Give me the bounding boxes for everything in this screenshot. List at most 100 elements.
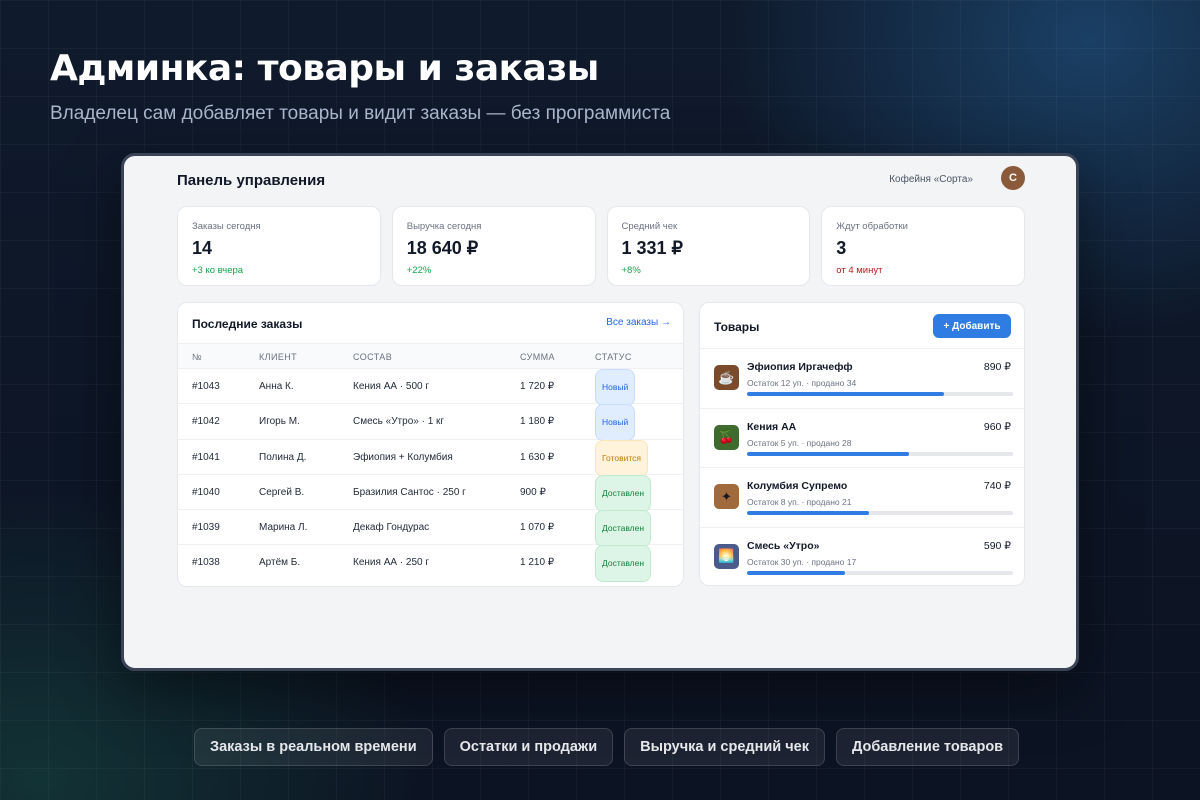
all-orders-link[interactable]: Все заказы → [606, 317, 671, 328]
product-name: Колумбия Супремо [747, 480, 848, 492]
column-header-status: СТАТУС [595, 352, 632, 362]
shop-name: Кофейня «Сорта» [889, 174, 973, 185]
product-name: Кения АА [747, 420, 797, 433]
table-row[interactable]: #1041 Полина Д. Эфиопия + Колумбия 1 630… [178, 439, 683, 477]
stat-delta: от 4 минут [836, 265, 883, 276]
product-stock: Остаток 30 уп. · продано 17 [747, 556, 857, 567]
column-header-number: № [192, 352, 203, 362]
feature-chip-stock-sales: Остатки и продажи [443, 728, 614, 766]
sales-progress-fill [747, 511, 870, 515]
table-row[interactable]: #1042 Игорь М. Смесь «Утро» · 1 кг 1 180… [178, 404, 683, 442]
order-sum: 1 180 ₽ [520, 416, 555, 428]
status-badge: Доставлен [595, 545, 652, 583]
products-title: Товары [714, 320, 760, 334]
order-id: #1041 [192, 451, 220, 463]
order-client: Игорь М. [259, 416, 300, 428]
table-row[interactable]: #1040 Сергей В. Бразилия Сантос · 250 г … [178, 474, 683, 512]
feature-chip-add-products: Добавление товаров [835, 728, 1020, 766]
sales-progress-bar [747, 392, 1013, 396]
stat-delta: +22% [406, 265, 432, 276]
status-badge: Новый [595, 369, 636, 406]
table-row[interactable]: #1038 Артём Б. Кения АА · 250 г 1 210 ₽ … [178, 545, 683, 583]
order-sum: 1 210 ₽ [520, 557, 555, 569]
admin-panel-window: Панель управления Кофейня «Сорта» С Зака… [121, 153, 1079, 671]
status-badge: Готовится [595, 439, 649, 477]
order-items: Декаф Гондурас [353, 522, 430, 534]
status-badge: Доставлен [595, 474, 652, 512]
feature-chip-realtime-orders: Заказы в реальном времени [194, 728, 433, 766]
sales-progress-fill [747, 392, 944, 396]
cherry-icon: 🍒 [714, 424, 739, 450]
status-badge: Новый [595, 404, 636, 442]
list-item[interactable]: ☕ Эфиопия Иргачефф Остаток 12 уп. · прод… [700, 348, 1024, 408]
order-sum: 1 720 ₽ [520, 381, 555, 392]
stat-value: 14 [192, 238, 213, 258]
order-id: #1038 [192, 557, 220, 569]
page-title: Панель управления [177, 172, 326, 189]
list-item[interactable]: 🌅 Смесь «Утро» Остаток 30 уп. · продано … [700, 526, 1024, 586]
admin-panel-content: Панель управления Кофейня «Сорта» С Зака… [177, 156, 1025, 668]
status-badge: Доставлен [595, 510, 652, 548]
stats-row: Заказы сегодня 14 +3 ко вчера Выручка се… [177, 206, 1025, 286]
order-sum: 900 ₽ [520, 486, 546, 498]
product-stock: Остаток 5 уп. · продано 28 [747, 437, 852, 448]
avatar[interactable]: С [1001, 166, 1025, 190]
stat-label: Заказы сегодня [192, 221, 261, 232]
products-list: ☕ Эфиопия Иргачефф Остаток 12 уп. · прод… [700, 348, 1024, 586]
product-price: 590 ₽ [983, 539, 1011, 552]
feature-chip-revenue: Выручка и средний чек [624, 728, 825, 766]
recent-orders-title: Последние заказы [192, 317, 303, 331]
sales-progress-bar [747, 570, 1013, 575]
feature-chips: Заказы в реальном времени Остатки и прод… [194, 728, 1020, 766]
recent-orders-card: Последние заказы Все заказы → № КЛИЕНТ С… [177, 302, 684, 587]
sunrise-icon: 🌅 [714, 543, 739, 569]
product-stock: Остаток 8 уп. · продано 21 [747, 497, 852, 507]
sales-progress-bar [747, 511, 1013, 515]
column-header-client: КЛИЕНТ [259, 352, 298, 362]
products-card: Товары + Добавить ☕ Эфиопия Иргачефф Ост… [699, 302, 1025, 586]
hero-title: Админка: товары и заказы [50, 48, 599, 89]
orders-table-header: № КЛИЕНТ СОСТАВ СУММА СТАТУС [178, 343, 683, 369]
order-id: #1043 [192, 381, 220, 392]
stat-card-pending: Ждут обработки 3 от 4 минут [821, 206, 1025, 286]
order-client: Артём Б. [259, 557, 301, 569]
column-header-items: СОСТАВ [353, 352, 393, 362]
order-id: #1042 [192, 416, 220, 428]
add-product-button[interactable]: + Добавить [933, 314, 1011, 338]
order-items: Эфиопия + Колумбия [353, 451, 453, 463]
list-item[interactable]: ✦ Колумбия Супремо Остаток 8 уп. · прода… [700, 467, 1024, 527]
hero-subtitle: Владелец сам добавляет товары и видит за… [50, 103, 671, 124]
stat-label: Выручка сегодня [406, 221, 482, 232]
stat-card-revenue: Выручка сегодня 18 640 ₽ +22% [391, 206, 596, 286]
product-price: 890 ₽ [983, 361, 1011, 373]
product-stock: Остаток 12 уп. · продано 34 [747, 378, 857, 388]
order-items: Бразилия Сантос · 250 г [353, 486, 466, 498]
sales-progress-fill [747, 451, 910, 456]
order-client: Сергей В. [259, 486, 305, 498]
order-id: #1040 [192, 486, 220, 498]
stat-value: 1 331 ₽ [621, 238, 684, 258]
order-items: Смесь «Утро» · 1 кг [353, 416, 445, 428]
product-name: Смесь «Утро» [747, 539, 820, 552]
coffee-cup-icon: ☕ [714, 365, 739, 390]
table-row[interactable]: #1039 Марина Л. Декаф Гондурас 1 070 ₽ Д… [178, 510, 683, 548]
stat-label: Средний чек [621, 221, 678, 232]
stat-card-orders: Заказы сегодня 14 +3 ко вчера [177, 206, 381, 286]
order-sum: 1 630 ₽ [520, 451, 555, 463]
list-item[interactable]: 🍒 Кения АА Остаток 5 уп. · продано 28 96… [700, 407, 1024, 468]
stat-value: 3 [836, 238, 847, 258]
stat-delta: +3 ко вчера [192, 265, 244, 276]
coffee-beans-icon: ✦ [714, 484, 739, 509]
stat-label: Ждут обработки [836, 221, 908, 232]
order-items: Кения АА · 500 г [353, 381, 430, 392]
order-client: Полина Д. [259, 451, 307, 463]
product-name: Эфиопия Иргачефф [747, 361, 853, 373]
stat-card-average-check: Средний чек 1 331 ₽ +8% [606, 206, 811, 286]
product-price: 740 ₽ [983, 480, 1011, 492]
orders-table-body: #1043 Анна К. Кения АА · 500 г 1 720 ₽ Н… [178, 369, 683, 583]
order-items: Кения АА · 250 г [353, 557, 430, 569]
table-row[interactable]: #1043 Анна К. Кения АА · 500 г 1 720 ₽ Н… [178, 369, 683, 406]
order-client: Марина Л. [259, 522, 308, 534]
order-sum: 1 070 ₽ [520, 522, 555, 534]
column-header-sum: СУММА [520, 352, 555, 362]
